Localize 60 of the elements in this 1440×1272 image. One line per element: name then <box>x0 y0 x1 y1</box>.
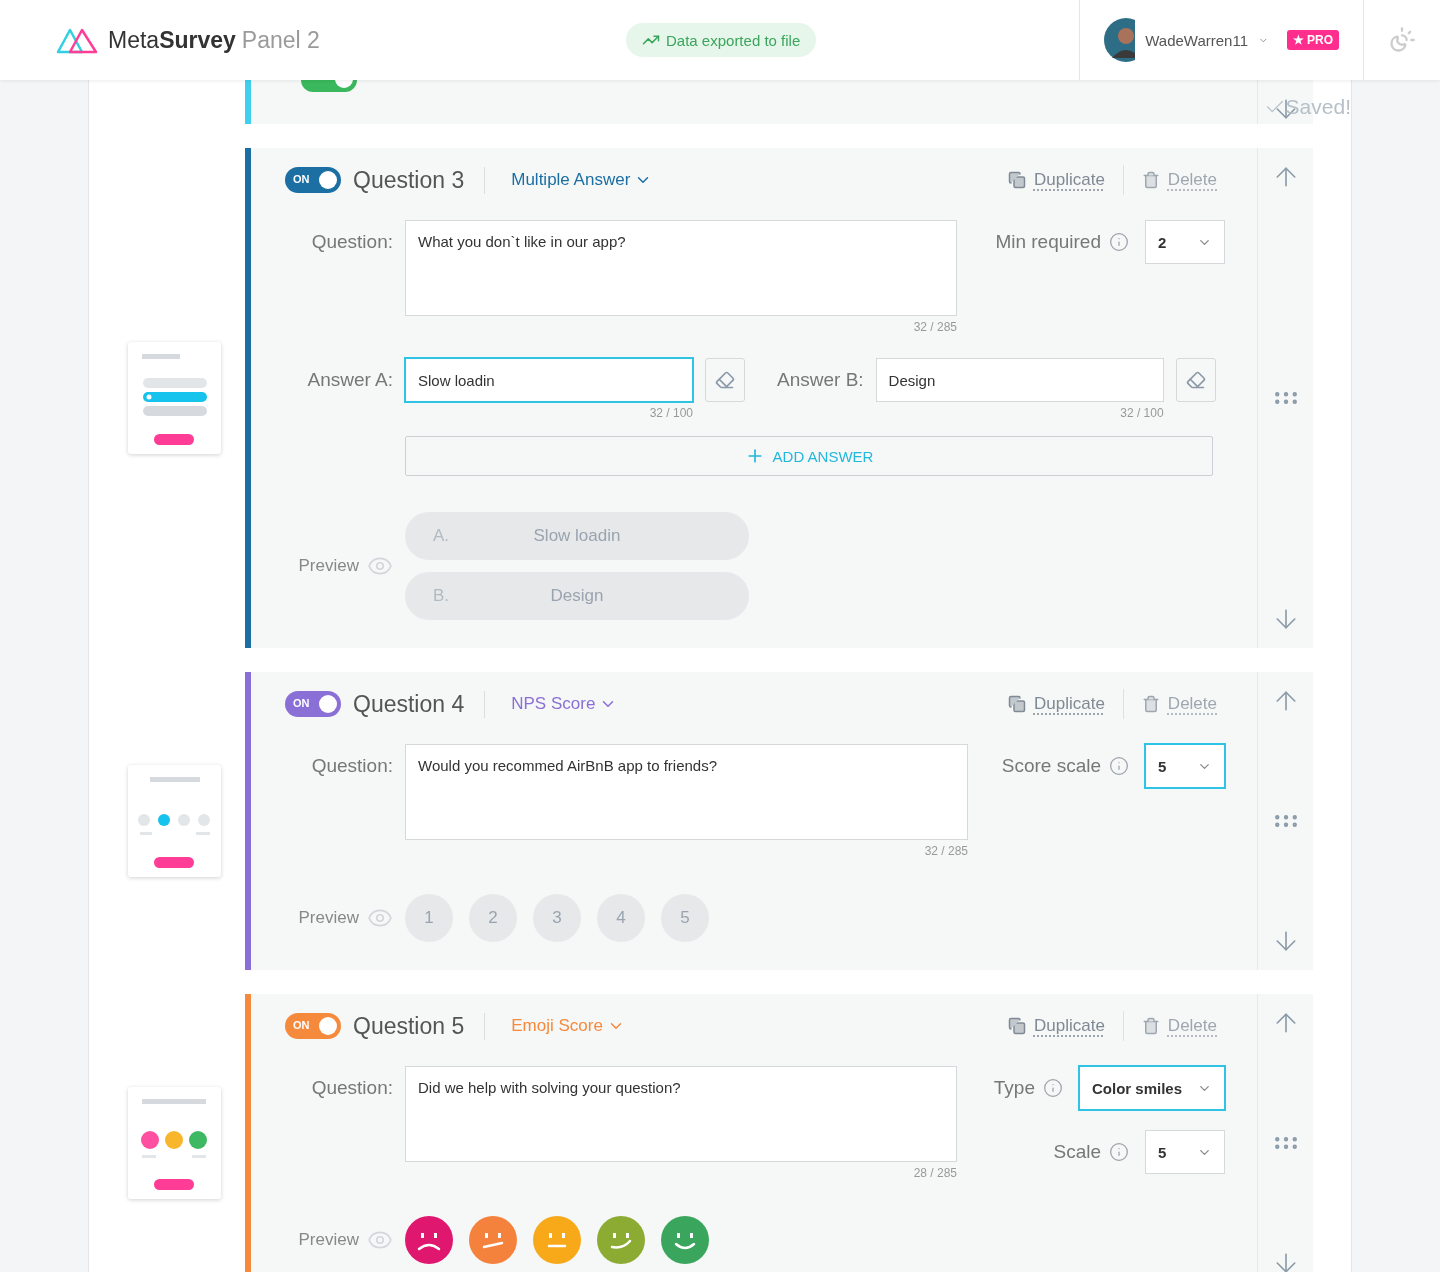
app-logo-text: MetaSurvey Panel 2 <box>108 26 320 54</box>
setting-select[interactable]: 5 <box>1145 744 1225 788</box>
setting-label: Type <box>993 1077 1035 1099</box>
setting-label: Min required <box>995 231 1101 253</box>
answer-field[interactable]: Design <box>875 358 1164 402</box>
question-field[interactable]: Did we help with solving your question? <box>405 1066 957 1162</box>
preview-label: Preview <box>298 908 359 928</box>
trash-icon <box>1141 1017 1160 1035</box>
question-field[interactable]: What you don`t like in our app? <box>405 220 957 316</box>
char-counter: 32 / 285 <box>913 320 957 334</box>
question-title: Question 5 <box>353 1012 486 1040</box>
question-field[interactable]: Would you recommed AirBnB app to friends? <box>405 744 968 840</box>
trash-icon <box>1141 171 1160 189</box>
score-option: 1 <box>405 894 453 942</box>
answer-field[interactable]: Slow loadin <box>405 358 693 402</box>
score-option: 5 <box>661 894 709 942</box>
char-counter: 32 / 285 <box>924 844 968 858</box>
user-name[interactable]: WadeWarren11 <box>1145 31 1248 49</box>
notice-text: Data exported to file <box>666 31 801 49</box>
info-icon <box>1043 1078 1063 1098</box>
question-label: Question: <box>310 230 394 254</box>
preview-label: Preview <box>298 556 359 576</box>
toggle-switch[interactable]: ON <box>285 691 341 717</box>
char-counter: 28 / 285 <box>913 1166 957 1180</box>
answer-label: Answer B: <box>776 368 865 392</box>
question-label: Question: <box>310 754 394 778</box>
score-option: 4 <box>597 894 645 942</box>
info-icon <box>1109 1142 1129 1162</box>
duplicate-link[interactable]: Duplicate <box>1000 694 1113 714</box>
type-dropdown[interactable]: NPS Score <box>505 693 624 715</box>
duplicate-link[interactable]: Duplicate <box>1000 170 1113 190</box>
info-icon <box>1109 232 1129 252</box>
clear-button[interactable] <box>1175 358 1216 402</box>
setting-label: Scale <box>1053 1141 1101 1163</box>
setting-select[interactable]: 5 <box>1145 1130 1225 1174</box>
duplicate-link[interactable]: Duplicate <box>1000 1016 1113 1036</box>
theme-icon <box>1388 26 1416 54</box>
answer-label: Answer A: <box>306 368 394 392</box>
setting-label: Score scale <box>1001 755 1101 777</box>
setting-select[interactable]: Color smiles <box>1079 1066 1225 1110</box>
trash-icon <box>1141 695 1160 713</box>
score-option: 2 <box>469 894 517 942</box>
preview-label: Preview <box>298 1230 359 1250</box>
question-label: Question: <box>310 1076 394 1100</box>
copy-icon <box>1008 171 1026 189</box>
toggle-switch[interactable]: ON <box>285 167 341 193</box>
char-counter: 32 / 100 <box>1120 406 1164 420</box>
question-title: Question 3 <box>353 166 486 194</box>
info-icon <box>1109 756 1129 776</box>
logo-icon <box>56 26 98 54</box>
clear-button[interactable] <box>705 358 745 402</box>
score-option: 3 <box>533 894 581 942</box>
avatar[interactable] <box>1104 18 1136 62</box>
copy-icon <box>1008 1017 1026 1035</box>
question-title: Question 4 <box>353 690 486 718</box>
setting-select[interactable]: 2 <box>1145 220 1225 264</box>
char-counter: 32 / 100 <box>649 406 693 420</box>
type-dropdown[interactable]: Multiple Answer <box>505 169 659 191</box>
copy-icon <box>1008 695 1026 713</box>
pro-badge: ★ PRO <box>1286 30 1339 50</box>
